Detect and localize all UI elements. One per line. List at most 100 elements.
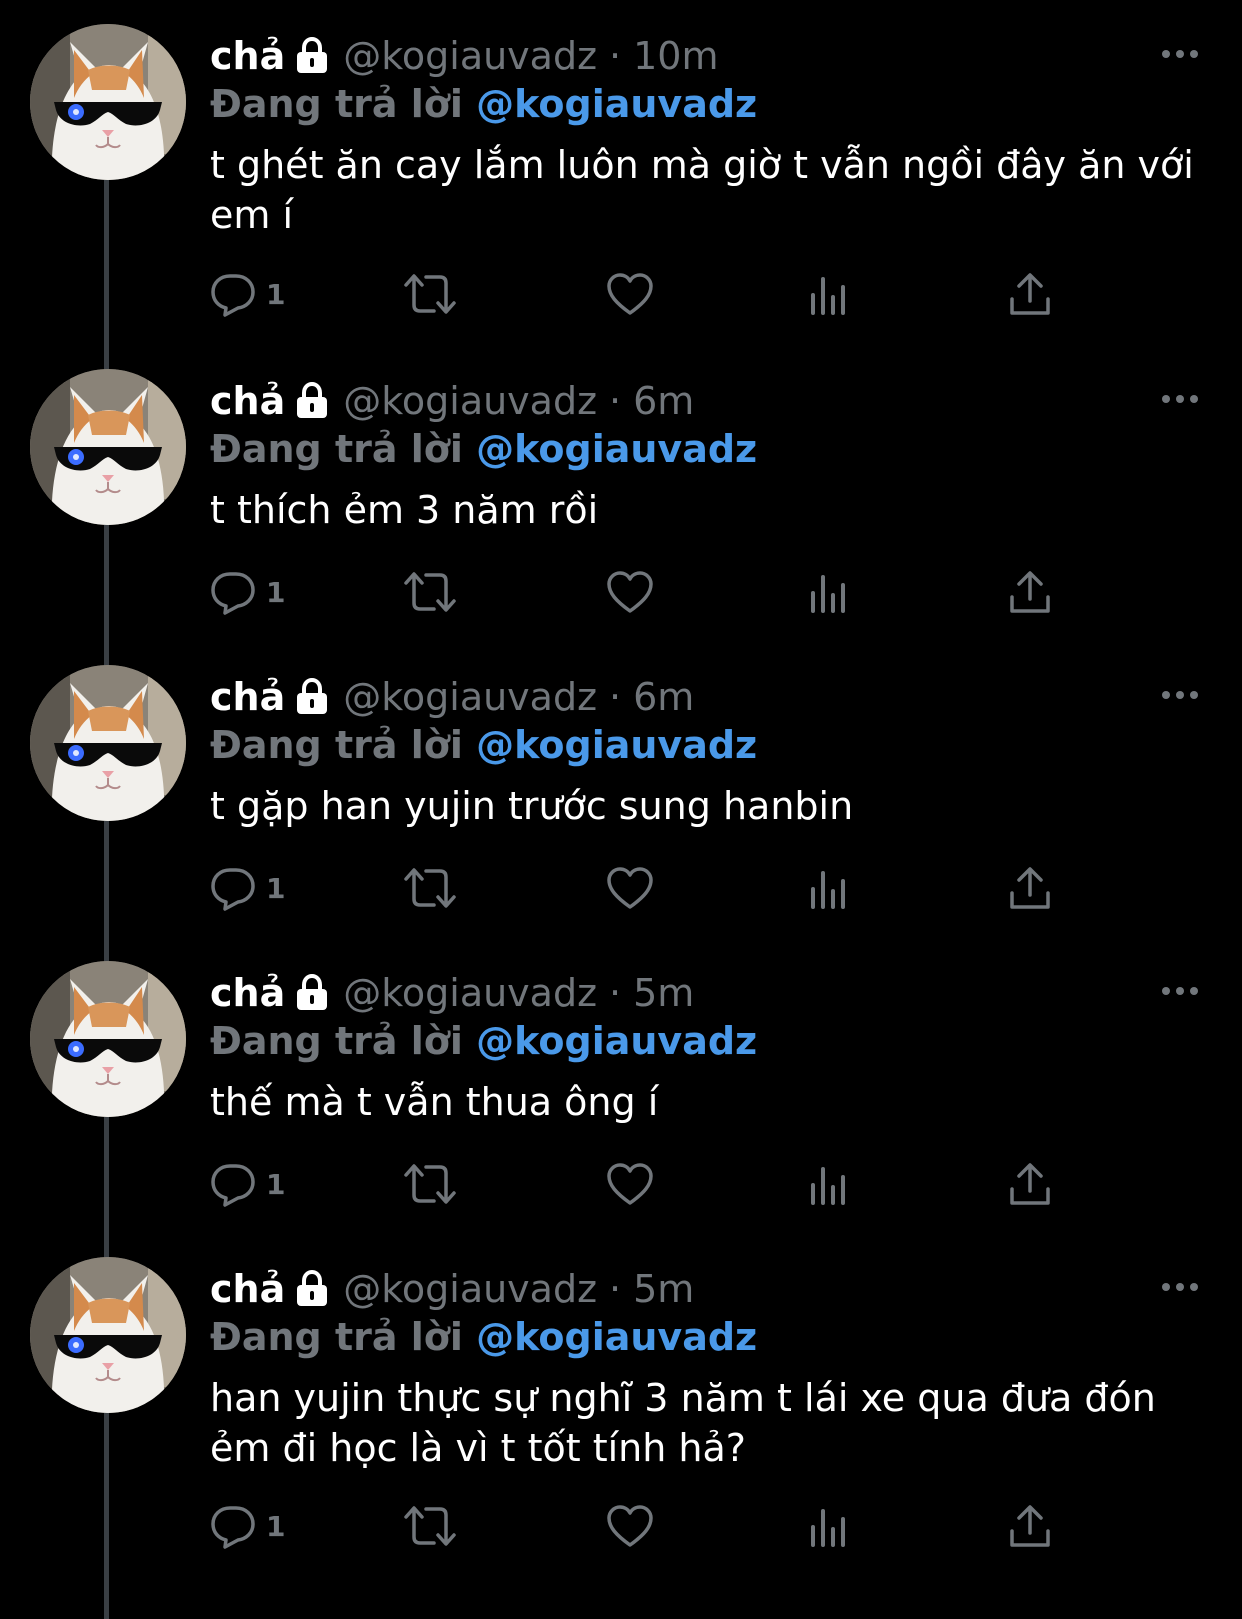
user-handle[interactable]: @kogiauvadz <box>343 34 597 78</box>
reply-button[interactable]: 1 <box>210 1496 285 1556</box>
reply-icon <box>210 1161 256 1207</box>
timestamp[interactable]: 6m <box>633 379 694 423</box>
views-button[interactable] <box>808 858 850 918</box>
user-handle[interactable]: @kogiauvadz <box>343 1267 597 1311</box>
user-handle[interactable]: @kogiauvadz <box>343 675 597 719</box>
lock-icon <box>295 1270 329 1308</box>
timestamp[interactable]: 6m <box>633 675 694 719</box>
display-name[interactable]: chả <box>210 34 285 78</box>
mention-link[interactable]: @kogiauvadz <box>476 427 757 471</box>
reply-prefix: Đang trả lời <box>210 723 463 767</box>
views-button[interactable] <box>808 264 850 324</box>
retweet-button[interactable] <box>402 562 458 622</box>
action-bar: 1 <box>210 858 1110 918</box>
tweet-text: t gặp han yujin trước sung hanbin <box>210 784 854 828</box>
action-bar: 1 <box>210 562 1110 622</box>
reply-prefix: Đang trả lời <box>210 427 463 471</box>
reply-icon <box>210 271 256 317</box>
more-icon[interactable] <box>1158 971 1202 1011</box>
reply-button[interactable]: 1 <box>210 1154 285 1214</box>
retweet-icon <box>402 569 458 615</box>
more-icon[interactable] <box>1158 675 1202 715</box>
more-icon[interactable] <box>1158 1267 1202 1307</box>
replying-to: Đang trả lời @kogiauvadz <box>210 1019 757 1063</box>
share-icon <box>1008 1503 1052 1549</box>
display-name[interactable]: chả <box>210 675 285 719</box>
user-handle[interactable]: @kogiauvadz <box>343 379 597 423</box>
views-button[interactable] <box>808 1154 850 1214</box>
avatar[interactable] <box>30 1257 186 1413</box>
thread-line <box>104 180 109 370</box>
share-button[interactable] <box>1008 562 1052 622</box>
tweet-text: t ghét ăn cay lắm luôn mà giờ t vẫn ngồi… <box>210 143 1194 237</box>
tweet-text: thế mà t vẫn thua ông í <box>210 1080 659 1124</box>
timestamp[interactable]: 5m <box>633 1267 694 1311</box>
views-button[interactable] <box>808 562 850 622</box>
retweet-icon <box>402 1503 458 1549</box>
share-button[interactable] <box>1008 264 1052 324</box>
heart-icon <box>606 1504 654 1548</box>
reply-prefix: Đang trả lời <box>210 1019 463 1063</box>
avatar[interactable] <box>30 665 186 821</box>
like-button[interactable] <box>606 1496 654 1556</box>
retweet-button[interactable] <box>402 264 458 324</box>
share-button[interactable] <box>1008 1496 1052 1556</box>
user-handle[interactable]: @kogiauvadz <box>343 971 597 1015</box>
tweet-header: chả @kogiauvadz · 10m <box>210 28 719 84</box>
lock-icon <box>295 382 329 420</box>
separator-dot: · <box>609 1267 622 1311</box>
retweet-button[interactable] <box>402 1496 458 1556</box>
replying-to: Đang trả lời @kogiauvadz <box>210 723 757 767</box>
heart-icon <box>606 866 654 910</box>
reply-count: 1 <box>266 575 286 609</box>
thread-line <box>104 821 109 966</box>
avatar[interactable] <box>30 24 186 180</box>
views-icon <box>808 271 850 317</box>
tweet-text: han yujin thực sự nghĩ 3 năm t lái xe qu… <box>210 1376 1156 1470</box>
like-button[interactable] <box>606 1154 654 1214</box>
action-bar: 1 <box>210 264 1110 324</box>
heart-icon <box>606 272 654 316</box>
timestamp[interactable]: 5m <box>633 971 694 1015</box>
share-button[interactable] <box>1008 1154 1052 1214</box>
share-icon <box>1008 865 1052 911</box>
avatar[interactable] <box>30 369 186 525</box>
mention-link[interactable]: @kogiauvadz <box>476 82 757 126</box>
retweet-button[interactable] <box>402 858 458 918</box>
heart-icon <box>606 1162 654 1206</box>
views-button[interactable] <box>808 1496 850 1556</box>
like-button[interactable] <box>606 562 654 622</box>
mention-link[interactable]: @kogiauvadz <box>476 1315 757 1359</box>
more-icon[interactable] <box>1158 34 1202 74</box>
reply-button[interactable]: 1 <box>210 858 285 918</box>
mention-link[interactable]: @kogiauvadz <box>476 723 757 767</box>
avatar[interactable] <box>30 961 186 1117</box>
thread-line <box>104 525 109 670</box>
retweet-button[interactable] <box>402 1154 458 1214</box>
lock-icon <box>295 974 329 1012</box>
like-button[interactable] <box>606 858 654 918</box>
display-name[interactable]: chả <box>210 971 285 1015</box>
share-button[interactable] <box>1008 858 1052 918</box>
thread-line <box>104 1117 109 1262</box>
reply-button[interactable]: 1 <box>210 264 285 324</box>
separator-dot: · <box>609 675 622 719</box>
display-name[interactable]: chả <box>210 1267 285 1311</box>
display-name[interactable]: chả <box>210 379 285 423</box>
reply-prefix: Đang trả lời <box>210 82 463 126</box>
more-icon[interactable] <box>1158 379 1202 419</box>
timestamp[interactable]: 10m <box>633 34 718 78</box>
heart-icon <box>606 570 654 614</box>
reply-count: 1 <box>266 277 286 311</box>
replying-to: Đang trả lời @kogiauvadz <box>210 1315 757 1359</box>
views-icon <box>808 865 850 911</box>
mention-link[interactable]: @kogiauvadz <box>476 1019 757 1063</box>
retweet-icon <box>402 271 458 317</box>
lock-icon <box>295 37 329 75</box>
reply-count: 1 <box>266 1167 286 1201</box>
reply-button[interactable]: 1 <box>210 562 285 622</box>
like-button[interactable] <box>606 264 654 324</box>
separator-dot: · <box>609 34 622 78</box>
tweet-header: chả @kogiauvadz · 5m <box>210 965 694 1021</box>
reply-icon <box>210 1503 256 1549</box>
